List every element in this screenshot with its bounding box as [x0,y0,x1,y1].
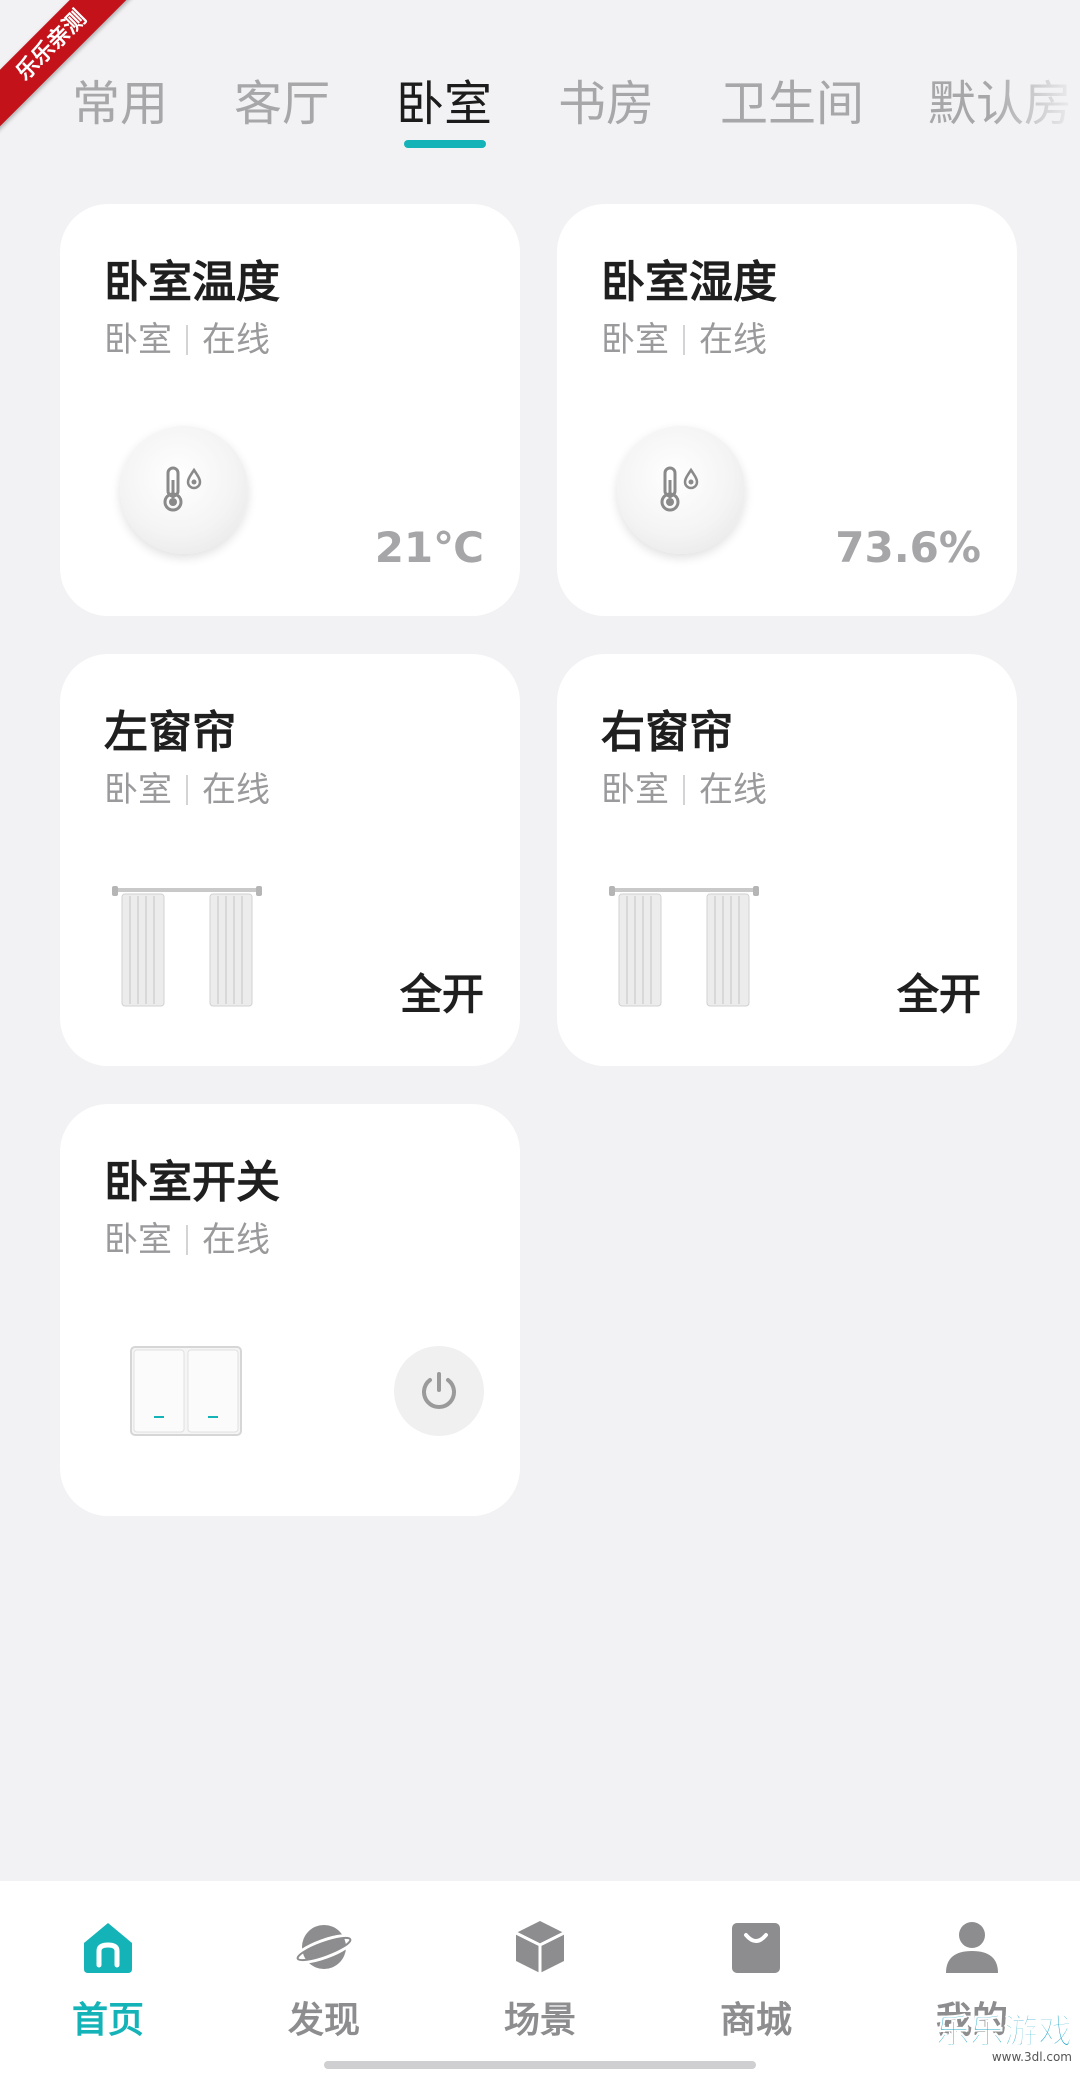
active-tab-indicator [404,140,486,148]
device-card-left-curtain[interactable]: 左窗帘 卧室 在线 全开 [60,654,520,1066]
nav-store[interactable]: 商城 [676,1917,836,2043]
device-room: 卧室 [601,320,669,360]
tab-study[interactable]: 书房 [558,64,654,134]
nav-label: 发现 [287,2000,360,2041]
device-status: 在线 [699,320,767,360]
watermark-logo: 乐乐游戏 www.3dl.com [936,2012,1073,2064]
watermark-ribbon: 乐乐亲测 [0,0,140,140]
bottom-navigation: 首页 发现 场景 商城 我的 乐乐游戏 www.3dl.com [0,1881,1080,2081]
curtain-state: 全开 [896,970,981,1019]
curtain-icon [112,886,262,1007]
device-room: 卧室 [104,1220,172,1260]
planet-icon [293,1925,355,1969]
tab-living-room[interactable]: 客厅 [234,64,330,134]
tab-bathroom[interactable]: 卫生间 [720,64,864,134]
temperature-value: 21℃ [374,523,484,572]
watermark-brand: 乐乐游戏 [936,2012,1073,2052]
device-meta: 卧室 在线 [104,312,270,361]
nav-home[interactable]: 首页 [28,1917,188,2043]
meta-divider [186,1225,188,1255]
cube-icon [515,1921,565,1973]
device-meta: 卧室 在线 [601,312,767,361]
wall-switch-icon [130,1346,242,1436]
home-icon [84,1923,132,1973]
device-status: 在线 [699,770,767,810]
power-button[interactable] [394,1346,484,1436]
nav-label: 首页 [71,2000,144,2041]
humidity-value: 73.6% [835,523,981,572]
nav-label: 场景 [503,2000,576,2041]
nav-discover[interactable]: 发现 [244,1917,404,2043]
device-room: 卧室 [104,770,172,810]
device-status: 在线 [202,770,270,810]
nav-label: 商城 [719,2000,792,2041]
meta-divider [186,325,188,355]
device-card-bedroom-switch[interactable]: 卧室开关 卧室 在线 [60,1104,520,1516]
device-meta: 卧室 在线 [104,762,270,811]
device-card-right-curtain[interactable]: 右窗帘 卧室 在线 全开 [557,654,1017,1066]
device-status: 在线 [202,320,270,360]
device-meta: 卧室 在线 [601,762,767,811]
device-room: 卧室 [601,770,669,810]
power-icon [422,1372,456,1409]
device-meta: 卧室 在线 [104,1212,270,1261]
room-tabs: 常用 客厅 卧室 书房 卫生间 默认房 [72,64,1080,174]
person-icon [946,1922,998,1973]
meta-divider [683,775,685,805]
device-name: 卧室温度 [104,257,280,308]
nav-scenes[interactable]: 场景 [460,1917,620,2043]
device-card-bedroom-temperature[interactable]: 卧室温度 卧室 在线 21℃ [60,204,520,616]
device-name: 右窗帘 [601,707,733,758]
temperature-humidity-sensor-icon [120,426,248,554]
curtain-state: 全开 [399,970,484,1019]
tab-bedroom[interactable]: 卧室 [396,64,492,134]
device-name: 卧室开关 [104,1157,280,1208]
device-card-bedroom-humidity[interactable]: 卧室湿度 卧室 在线 73.6% [557,204,1017,616]
curtain-icon [609,886,759,1007]
watermark-url: www.3dl.com [991,2050,1072,2064]
watermark-ribbon-text: 乐乐亲测 [0,0,137,131]
temperature-humidity-sensor-icon [617,426,745,554]
device-name: 卧室湿度 [601,257,777,308]
meta-divider [683,325,685,355]
meta-divider [186,775,188,805]
device-status: 在线 [202,1220,270,1260]
device-room: 卧室 [104,320,172,360]
home-indicator-bar [324,2061,756,2069]
tab-default-room[interactable]: 默认房 [928,64,1072,134]
device-name: 左窗帘 [104,707,236,758]
shopping-bag-icon [732,1923,780,1973]
